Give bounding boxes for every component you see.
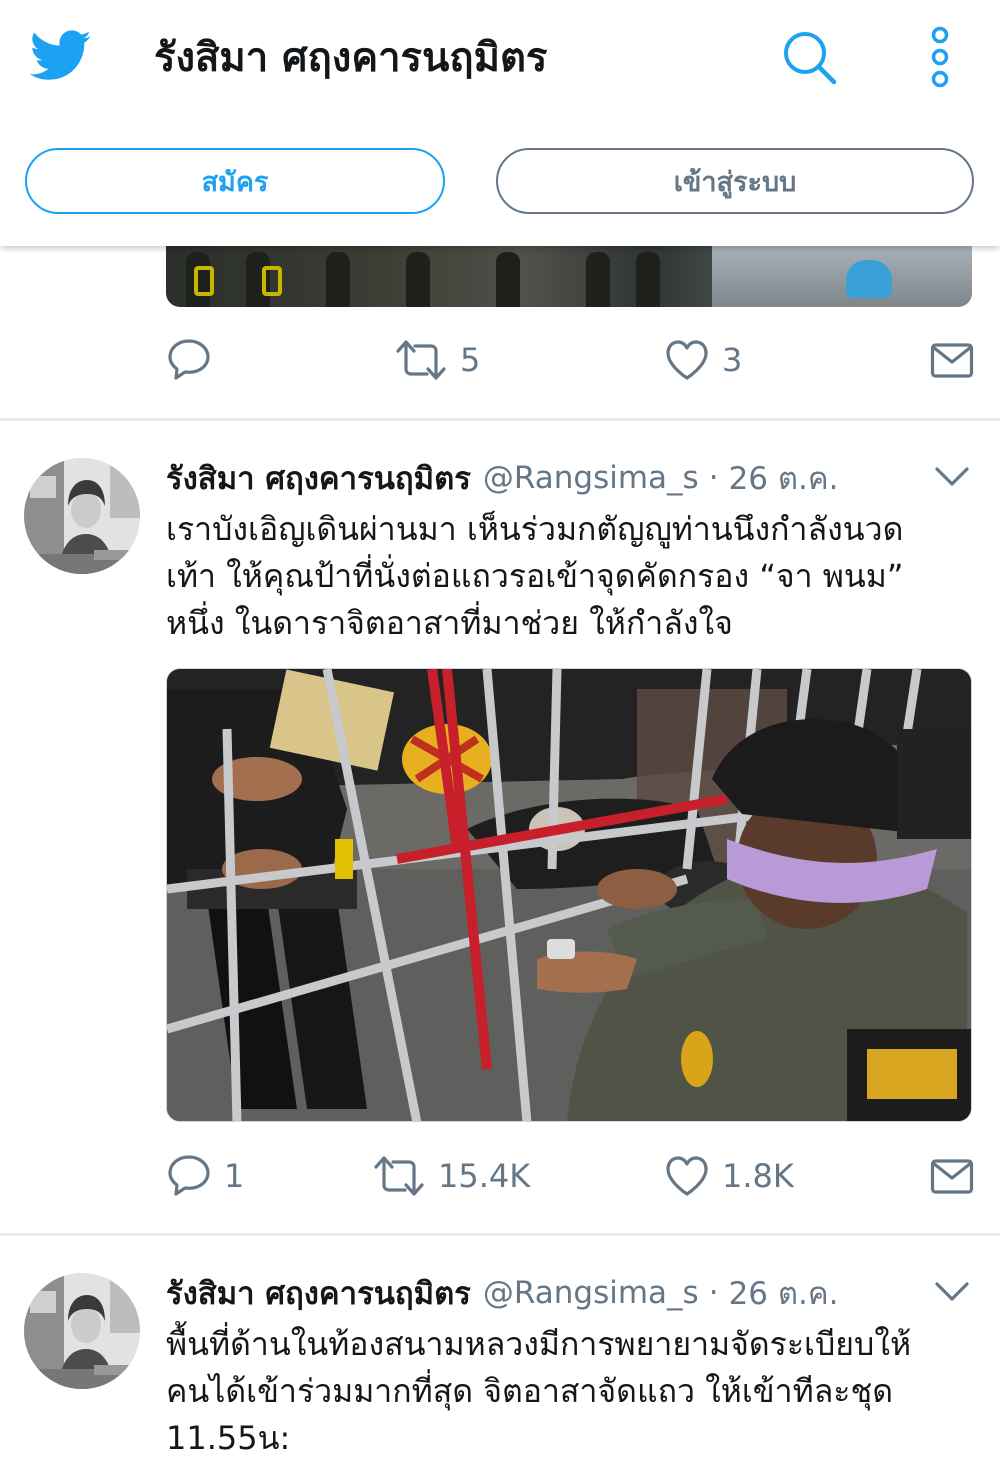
tweet-photo — [167, 669, 971, 1121]
signup-button[interactable]: สมัคร — [25, 148, 445, 214]
retweet-icon — [374, 1156, 424, 1196]
chevron-down-icon[interactable] — [934, 1279, 970, 1303]
direct-message-button[interactable] — [930, 1156, 974, 1196]
like-button[interactable]: 1.8K — [664, 1154, 794, 1198]
tweet-date[interactable]: 26 ต.ค. — [729, 1268, 839, 1318]
tweet-text: พื้นที่ด้านในท้องสนามหลวงมีการพยายามจัดร… — [166, 1325, 912, 1457]
search-icon[interactable] — [780, 28, 838, 86]
heart-icon — [666, 340, 708, 380]
tweet-media-image[interactable] — [166, 668, 972, 1122]
tweet-divider — [0, 418, 1000, 421]
tweet-header: รังสิมา ศฤงคารนฤมิตร @Rangsima_s · 26 ต.… — [166, 1273, 838, 1313]
top-bar: รังสิมา ศฤงคารนฤมิตร สมัคร เข้าสู่ระบบ — [0, 0, 1000, 246]
profile-photo — [24, 458, 140, 574]
retweet-button[interactable]: 5 — [394, 337, 480, 383]
reply-icon — [168, 339, 210, 380]
more-options-icon[interactable] — [926, 26, 954, 88]
tweet-actions: 1 15.4K 1.8K — [166, 1150, 974, 1202]
author-name[interactable]: รังสิมา ศฤงคารนฤมิตร — [166, 453, 471, 503]
reply-button[interactable] — [166, 337, 224, 383]
profile-photo — [24, 1273, 140, 1389]
envelope-icon — [930, 1159, 974, 1194]
twitter-bird-icon[interactable] — [30, 30, 92, 82]
avatar[interactable] — [24, 458, 140, 574]
direct-message-button[interactable] — [930, 340, 974, 380]
profile-title: รังสิมา ศฤงคารนฤมิตร — [154, 35, 548, 81]
separator-dot: · — [708, 460, 719, 496]
envelope-icon — [930, 343, 974, 378]
reply-button[interactable]: 1 — [166, 1153, 244, 1199]
author-name[interactable]: รังสิมา ศฤงคารนฤมิตร — [166, 1268, 471, 1318]
reply-icon — [168, 1155, 210, 1196]
tweet-divider — [0, 1233, 1000, 1236]
retweet-button[interactable]: 15.4K — [372, 1153, 530, 1199]
tweet-header: รังสิมา ศฤงคารนฤมิตร @Rangsima_s · 26 ต.… — [166, 458, 838, 498]
avatar[interactable] — [24, 1273, 140, 1389]
heart-icon — [666, 1156, 708, 1196]
retweet-icon — [396, 340, 446, 380]
author-handle[interactable]: @Rangsima_s — [483, 460, 699, 496]
chevron-down-icon[interactable] — [934, 464, 970, 488]
tweet-media-image[interactable] — [166, 246, 972, 307]
tweet-text: เราบังเอิญเดินผ่านมา เห็นร่วมกตัญญูท่านน… — [166, 510, 904, 642]
tweet-actions: 5 3 — [166, 334, 974, 386]
login-button[interactable]: เข้าสู่ระบบ — [496, 148, 974, 214]
author-handle[interactable]: @Rangsima_s — [483, 1275, 699, 1311]
tweet-date[interactable]: 26 ต.ค. — [729, 453, 839, 503]
like-button[interactable]: 3 — [664, 338, 742, 382]
separator-dot: · — [708, 1275, 719, 1311]
